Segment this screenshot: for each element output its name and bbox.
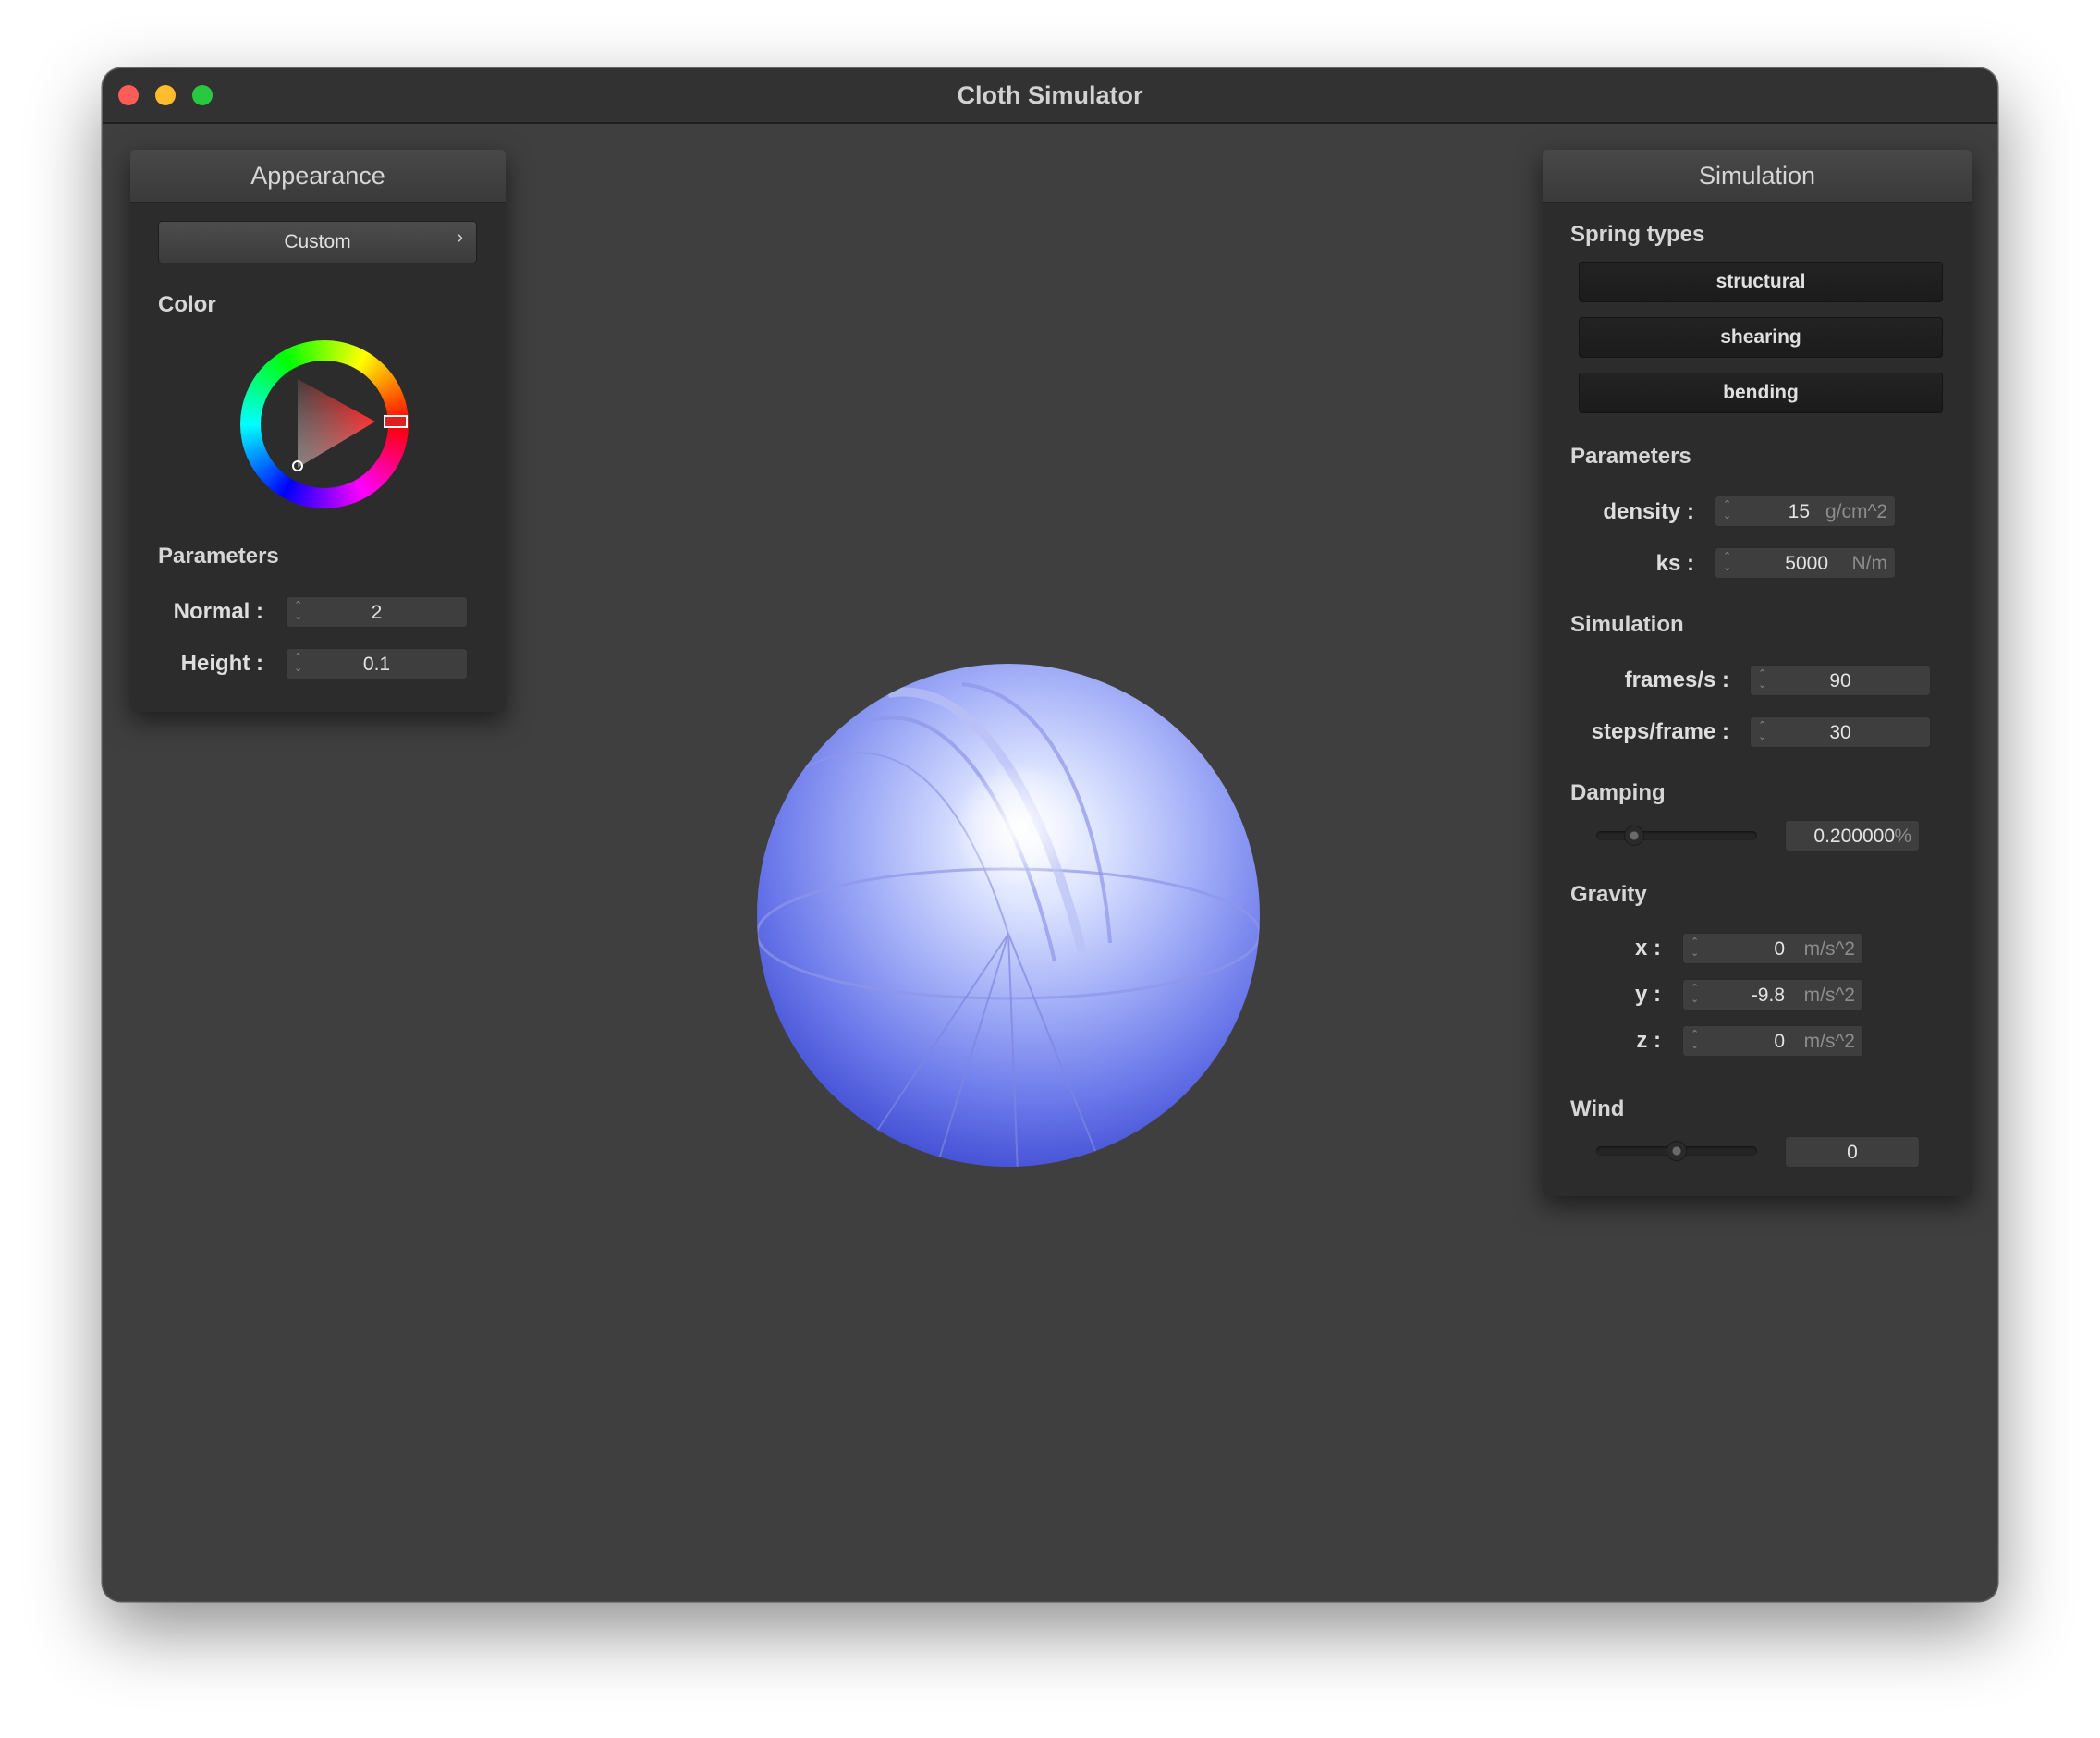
height-value: 0.1 (362, 654, 391, 675)
ks-label: ks : (1655, 551, 1694, 576)
bending-toggle[interactable]: bending (1579, 373, 1943, 413)
damping-slider[interactable] (1596, 826, 1757, 846)
preset-value: Custom (284, 231, 351, 252)
fps-input[interactable]: ⌃ ⌄ 90 (1750, 665, 1931, 696)
fps-label: frames/s : (1624, 667, 1729, 692)
hue-selector-handle[interactable] (384, 415, 408, 428)
gravity-y-label: y : (1634, 982, 1661, 1007)
color-wheel[interactable] (240, 340, 409, 508)
stepper-icon: ⌃ ⌄ (1691, 936, 1700, 959)
gravity-x-input[interactable]: ⌃ ⌄ 0 m/s^2 (1682, 933, 1863, 964)
simulation-header: Simulation (1543, 150, 1972, 203)
sphere-viewport[interactable] (750, 656, 1267, 1174)
structural-toggle[interactable]: structural (1579, 262, 1943, 302)
color-label: Color (158, 292, 216, 317)
gravity-z-value: 0 (1774, 1031, 1785, 1052)
appearance-params-label: Parameters (158, 544, 279, 569)
stepper-icon: ⌃ ⌄ (1723, 551, 1732, 573)
sim-params-label: Parameters (1570, 444, 1691, 469)
height-label: Height : (180, 651, 263, 676)
normal-input[interactable]: ⌃ ⌄ 2 (286, 596, 468, 628)
wind-value: 0 (1847, 1142, 1858, 1163)
app-window: Cloth Simulator Appearance Custom › Colo… (103, 68, 1997, 1601)
gravity-z-label: z : (1636, 1028, 1661, 1053)
ks-value: 5000 (1785, 553, 1828, 574)
wind-slider-knob[interactable] (1667, 1141, 1687, 1161)
stepper-icon: ⌃ ⌄ (1691, 1029, 1700, 1051)
steps-input[interactable]: ⌃ ⌄ 30 (1750, 716, 1931, 748)
window-title: Cloth Simulator (957, 81, 1143, 109)
gravity-z-input[interactable]: ⌃ ⌄ 0 m/s^2 (1682, 1025, 1863, 1057)
gravity-x-label: x : (1634, 936, 1661, 961)
gravity-x-unit: m/s^2 (1803, 938, 1855, 960)
wind-slider[interactable] (1596, 1141, 1757, 1161)
steps-label: steps/frame : (1591, 719, 1729, 744)
gravity-z-unit: m/s^2 (1803, 1031, 1855, 1052)
appearance-panel: Appearance Custom › Color Parameters Nor… (130, 150, 506, 712)
spring-types-label: Spring types (1570, 222, 1705, 247)
simulation-panel: Simulation Spring types structural shear… (1543, 150, 1972, 1196)
damping-field[interactable]: 0.200000 % (1785, 820, 1920, 851)
gravity-y-input[interactable]: ⌃ ⌄ -9.8 m/s^2 (1682, 979, 1863, 1010)
fps-value: 90 (1829, 670, 1851, 692)
ks-unit: N/m (1851, 553, 1888, 574)
sphere (757, 664, 1260, 1167)
stepper-icon: ⌃ ⌄ (1691, 983, 1700, 1005)
wind-field[interactable]: 0 (1785, 1136, 1920, 1168)
sim-settings-label: Simulation (1570, 612, 1684, 637)
appearance-header: Appearance (130, 150, 506, 203)
steps-value: 30 (1829, 722, 1851, 743)
damping-slider-knob[interactable] (1624, 826, 1645, 846)
density-unit: g/cm^2 (1825, 501, 1887, 522)
title-bar: Cloth Simulator (103, 68, 1997, 124)
density-input[interactable]: ⌃ ⌄ 15 g/cm^2 (1715, 496, 1896, 527)
gravity-y-unit: m/s^2 (1803, 985, 1855, 1006)
ks-input[interactable]: ⌃ ⌄ 5000 N/m (1715, 547, 1896, 579)
stepper-icon: ⌃ ⌄ (1723, 499, 1732, 521)
damping-unit: % (1894, 826, 1911, 847)
damping-value: 0.200000 (1813, 826, 1895, 847)
normal-label: Normal : (173, 599, 263, 624)
shearing-toggle[interactable]: shearing (1579, 317, 1943, 358)
wind-label: Wind (1570, 1096, 1625, 1121)
density-label: density : (1603, 499, 1694, 524)
gravity-y-value: -9.8 (1751, 985, 1785, 1006)
preset-dropdown[interactable]: Custom › (158, 221, 477, 263)
normal-value: 2 (371, 602, 383, 623)
height-input[interactable]: ⌃ ⌄ 0.1 (286, 648, 468, 679)
gravity-x-value: 0 (1774, 938, 1785, 960)
damping-label: Damping (1570, 780, 1666, 805)
gravity-label: Gravity (1570, 882, 1647, 907)
density-value: 15 (1788, 501, 1810, 522)
chevron-right-icon: › (457, 227, 463, 248)
